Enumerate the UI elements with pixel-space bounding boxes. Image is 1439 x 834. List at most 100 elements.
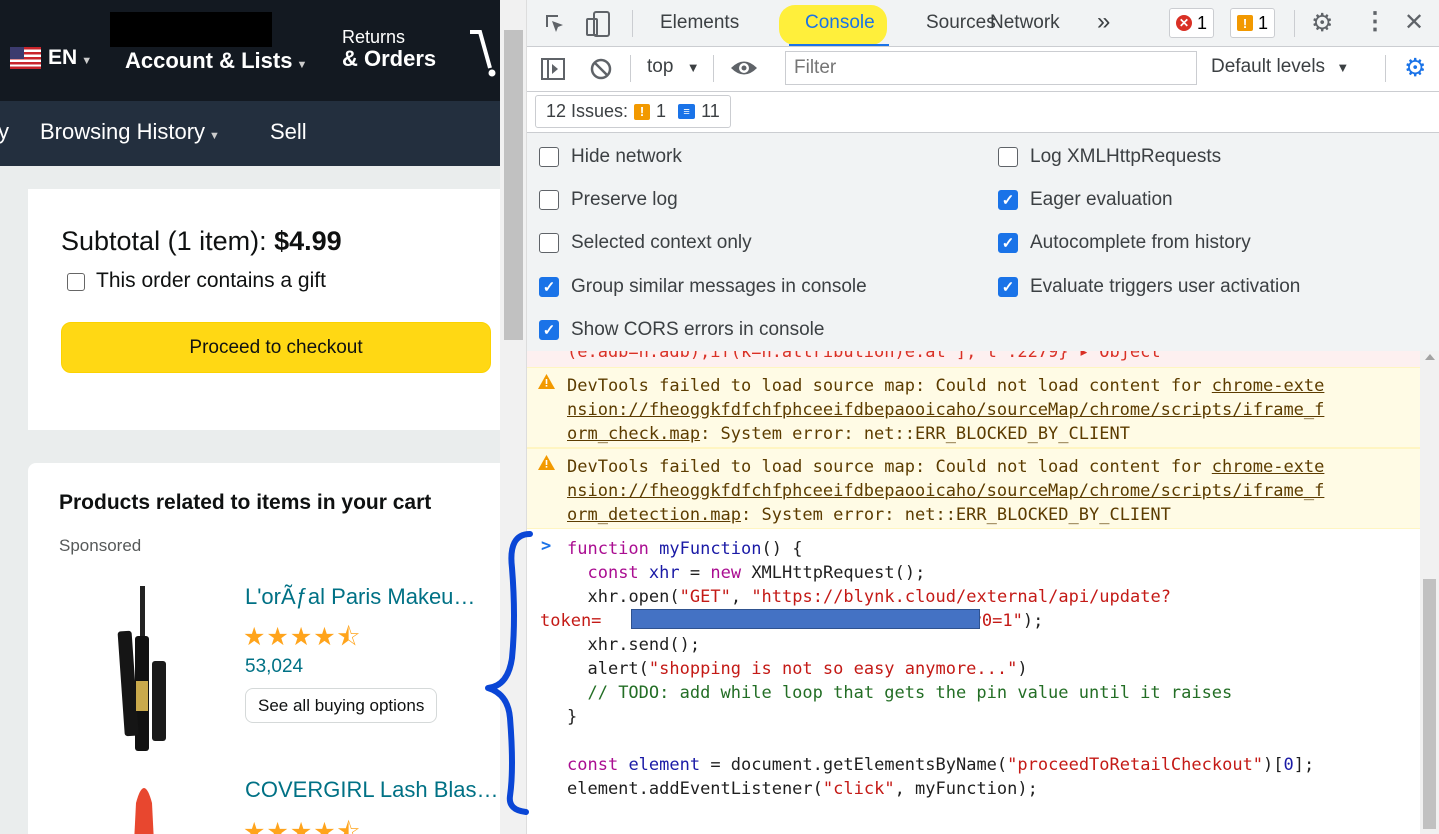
setting-evaluate-triggers[interactable]: ✓ Evaluate triggers user activation bbox=[998, 276, 1300, 298]
setting-show-cors-errors[interactable]: ✓ Show CORS errors in console bbox=[539, 319, 824, 341]
cart-icon[interactable] bbox=[468, 28, 500, 78]
language-selector[interactable]: EN ▼ bbox=[48, 46, 92, 70]
checkbox[interactable] bbox=[539, 190, 559, 210]
filter-input[interactable] bbox=[785, 51, 1197, 85]
warning-text: DevTools failed to load source map: Coul… bbox=[567, 457, 1212, 477]
caret-down-icon: ▼ bbox=[686, 60, 700, 75]
source-map-link[interactable]: orm_detection.map bbox=[567, 505, 741, 525]
checkbox[interactable] bbox=[539, 147, 559, 167]
checkbox-checked[interactable]: ✓ bbox=[998, 190, 1018, 210]
sidebar-toggle-icon[interactable] bbox=[540, 57, 566, 81]
amazon-top-nav: EN ▼ Account & Lists ▼ Returns & Orders bbox=[0, 0, 500, 101]
warning-triangle-icon bbox=[538, 455, 555, 470]
see-all-buying-options-button[interactable]: See all buying options bbox=[245, 688, 438, 723]
code-line: const xhr = new XMLHttpRequest(); bbox=[567, 563, 925, 583]
orders-label: & Orders bbox=[342, 45, 437, 71]
amazon-sub-nav: y Browsing History ▼ Sell bbox=[0, 101, 500, 166]
checkbox-checked[interactable]: ✓ bbox=[539, 320, 559, 340]
source-map-link[interactable]: chrome-exte bbox=[1212, 457, 1325, 477]
checkbox[interactable] bbox=[539, 233, 559, 253]
setting-preserve-log[interactable]: Preserve log bbox=[539, 189, 678, 211]
gear-icon[interactable]: ⚙ bbox=[1311, 11, 1333, 36]
setting-group-similar[interactable]: ✓ Group similar messages in console bbox=[539, 276, 867, 298]
context-label: top bbox=[647, 56, 674, 77]
more-tabs-icon[interactable]: » bbox=[1097, 8, 1110, 36]
inspect-element-icon[interactable] bbox=[543, 12, 567, 36]
issues-label: 12 Issues: bbox=[546, 101, 629, 121]
account-lists-menu[interactable]: Account & Lists ▼ bbox=[125, 48, 307, 74]
devtools-tab-bar: Elements Console Sources Network » ✕ 1 !… bbox=[527, 0, 1439, 47]
clear-console-icon[interactable] bbox=[589, 57, 613, 81]
covergirl-product-image[interactable] bbox=[124, 773, 164, 834]
warning-triangle-icon bbox=[538, 374, 555, 389]
setting-label: Show CORS errors in console bbox=[571, 319, 825, 340]
issues-warning-count: 1 bbox=[656, 101, 667, 121]
console-scrollbar[interactable] bbox=[1420, 351, 1439, 834]
review-count-1[interactable]: 53,024 bbox=[245, 656, 303, 678]
code-token: alert( bbox=[587, 659, 649, 679]
nav-item-sell[interactable]: Sell bbox=[270, 119, 307, 145]
source-map-link[interactable]: chrome-exte bbox=[1212, 376, 1325, 396]
setting-eager-evaluation[interactable]: ✓ Eager evaluation bbox=[998, 189, 1173, 211]
checkbox-checked[interactable]: ✓ bbox=[539, 277, 559, 297]
tab-elements[interactable]: Elements bbox=[660, 12, 739, 34]
code-token: ); bbox=[1022, 611, 1044, 631]
warning-count-badge[interactable]: ! 1 bbox=[1230, 8, 1276, 38]
code-token: getElementsByName bbox=[822, 755, 997, 775]
rating-stars-2: ★★★★⯪ bbox=[243, 818, 362, 834]
issues-bar: 12 Issues: ! 1 ≡ 11 bbox=[527, 92, 1439, 133]
setting-label: Log XMLHttpRequests bbox=[1030, 146, 1222, 167]
device-toolbar-icon[interactable] bbox=[585, 10, 611, 38]
returns-orders-link[interactable]: Returns & Orders bbox=[342, 28, 436, 70]
setting-autocomplete-history[interactable]: ✓ Autocomplete from history bbox=[998, 232, 1251, 254]
browsing-history-label: Browsing History bbox=[40, 119, 206, 144]
scroll-up-arrow-icon[interactable] bbox=[1425, 354, 1435, 360]
close-icon[interactable]: ✕ bbox=[1404, 11, 1424, 35]
redacted-token-box bbox=[631, 609, 980, 629]
gift-checkbox[interactable] bbox=[67, 273, 85, 291]
code-token: element bbox=[628, 755, 701, 775]
context-selector[interactable]: top ▼ bbox=[647, 56, 700, 78]
tab-sources[interactable]: Sources bbox=[926, 12, 996, 34]
code-token: ( bbox=[996, 755, 1008, 775]
setting-selected-context-only[interactable]: Selected context only bbox=[539, 232, 752, 254]
sponsored-label: Sponsored bbox=[59, 536, 142, 555]
chevron-down-icon: ▼ bbox=[209, 130, 220, 142]
error-count-badge[interactable]: ✕ 1 bbox=[1169, 8, 1215, 38]
console-settings-gear-icon[interactable]: ⚙ bbox=[1404, 56, 1426, 81]
warning-message: DevTools failed to load source map: Coul… bbox=[527, 367, 1420, 448]
code-token: , myFunction); bbox=[894, 779, 1038, 799]
code-token: addEventListener bbox=[648, 779, 813, 799]
source-map-link[interactable]: nsion://fheoggkfdfchfphceeifdbepaooicaho… bbox=[567, 400, 1324, 420]
setting-hide-network[interactable]: Hide network bbox=[539, 146, 682, 168]
warning-text: DevTools failed to load source map: Coul… bbox=[567, 376, 1212, 396]
log-levels-dropdown[interactable]: Default levels ▼ bbox=[1211, 56, 1349, 78]
issue-info-icon: ≡ bbox=[678, 104, 696, 119]
checkbox[interactable] bbox=[998, 147, 1018, 167]
source-map-link[interactable]: orm_check.map bbox=[567, 424, 700, 444]
setting-log-xmlhttprequests[interactable]: Log XMLHttpRequests bbox=[998, 146, 1221, 168]
eye-icon[interactable] bbox=[729, 57, 759, 79]
kebab-menu-icon[interactable]: ⋮ bbox=[1363, 10, 1387, 34]
source-map-link[interactable]: nsion://fheoggkfdfchfphceeifdbepaooicaho… bbox=[567, 481, 1324, 501]
scrollbar-thumb[interactable] bbox=[1423, 579, 1436, 829]
related-products-card: Products related to items in your cart S… bbox=[28, 463, 500, 834]
tab-console[interactable]: Console bbox=[805, 12, 875, 34]
issues-button[interactable]: 12 Issues: ! 1 ≡ 11 bbox=[535, 95, 731, 128]
nav-item-partial[interactable]: y bbox=[0, 119, 9, 145]
product-title-2[interactable]: COVERGIRL Lash Blas… bbox=[245, 777, 499, 803]
nav-item-browsing-history[interactable]: Browsing History ▼ bbox=[40, 119, 220, 145]
scrollbar-thumb[interactable] bbox=[504, 30, 523, 340]
mascara-product-image[interactable] bbox=[116, 581, 172, 751]
console-prompt-icon: > bbox=[541, 536, 552, 556]
code-token: ]; bbox=[1293, 755, 1315, 775]
code-token: function bbox=[567, 539, 649, 559]
setting-label: Eager evaluation bbox=[1030, 189, 1173, 210]
checkbox-checked[interactable]: ✓ bbox=[998, 233, 1018, 253]
proceed-to-checkout-button[interactable]: Proceed to checkout bbox=[61, 322, 491, 373]
tab-network[interactable]: Network bbox=[990, 12, 1060, 34]
product-title-1[interactable]: L'orÃƒal Paris Makeu… bbox=[245, 584, 475, 610]
account-lists-label: Account & Lists bbox=[125, 48, 293, 73]
checkbox-checked[interactable]: ✓ bbox=[998, 277, 1018, 297]
rating-stars-1: ★★★★⯪ bbox=[243, 623, 362, 651]
